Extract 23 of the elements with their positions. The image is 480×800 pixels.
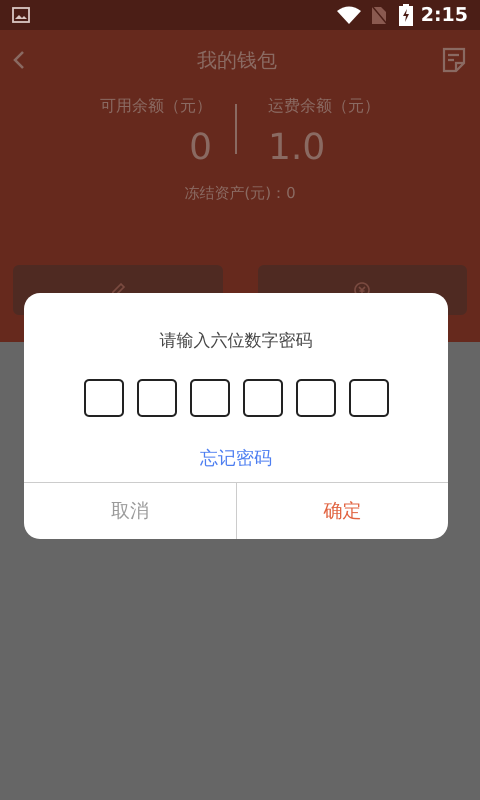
page-title: 我的钱包 <box>197 47 277 74</box>
cancel-button[interactable]: 取消 <box>24 483 236 539</box>
forgot-password-link[interactable]: 忘记密码 <box>200 444 272 472</box>
clock-time: 2:15 <box>420 2 468 28</box>
digit-input[interactable] <box>242 378 282 416</box>
digit-input[interactable] <box>348 378 388 416</box>
wifi-icon <box>336 6 361 24</box>
balance-label: 运费余额（元） <box>268 95 380 117</box>
no-sim-icon <box>370 5 387 25</box>
note-icon <box>442 47 466 73</box>
confirm-button[interactable]: 确定 <box>236 483 448 539</box>
back-icon <box>12 50 26 70</box>
balance-amount: 1.0 <box>268 126 326 170</box>
balance-label: 可用余额（元） <box>100 95 212 117</box>
frozen-assets: 冻结资产(元)：0 <box>184 183 296 204</box>
digit-input[interactable] <box>296 378 336 416</box>
dialog-title: 请输入六位数字密码 <box>160 330 312 353</box>
digit-input[interactable] <box>84 378 124 416</box>
image-icon <box>12 7 30 23</box>
battery-icon <box>398 4 413 26</box>
digit-input[interactable] <box>136 378 176 416</box>
balance-amount: 0 <box>189 126 212 170</box>
digit-input[interactable] <box>190 378 230 416</box>
